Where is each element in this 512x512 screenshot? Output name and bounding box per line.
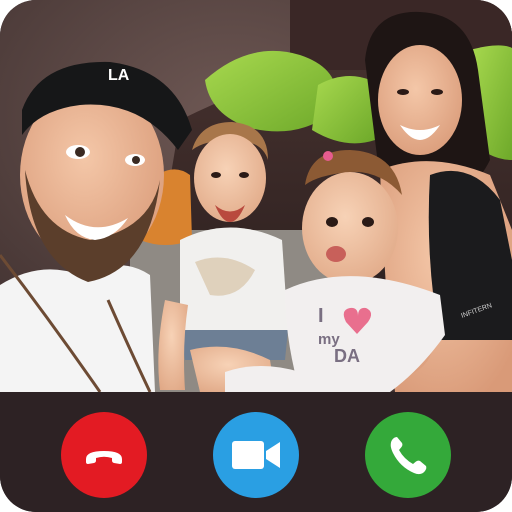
- end-call-button[interactable]: [61, 412, 147, 498]
- phone-hangup-icon: [86, 451, 122, 464]
- cap-logo: LA: [108, 67, 130, 84]
- app-icon: INFITERN I my DA LA: [0, 0, 512, 512]
- phone-icon: [390, 437, 427, 475]
- shirt-print-i: I: [318, 305, 324, 327]
- family-photo: INFITERN I my DA LA: [0, 0, 512, 392]
- answer-call-button[interactable]: [365, 412, 451, 498]
- call-controls-bar: [0, 392, 512, 512]
- video-camera-icon: [232, 441, 280, 469]
- shirt-print-da: DA: [334, 346, 360, 366]
- caller-video-feed: INFITERN I my DA LA: [0, 0, 512, 392]
- green-pillow: [312, 76, 375, 144]
- video-call-button[interactable]: [213, 412, 299, 498]
